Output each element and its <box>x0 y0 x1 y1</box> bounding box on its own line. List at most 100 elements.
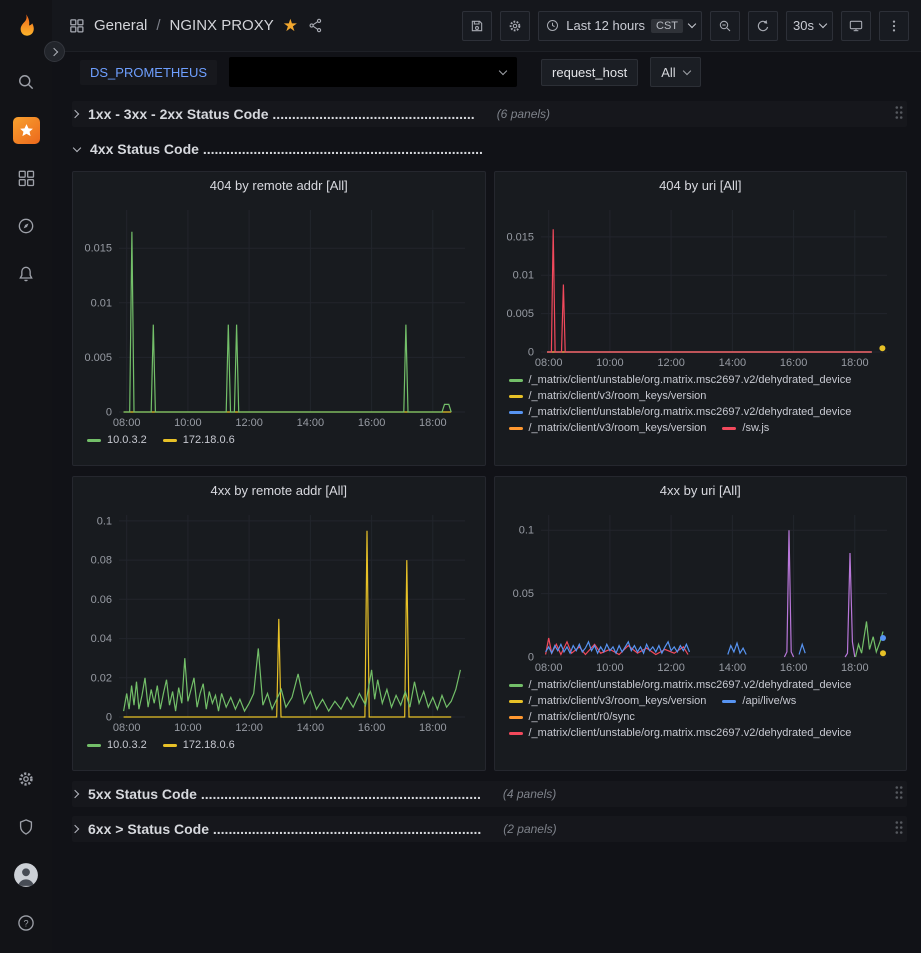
svg-text:?: ? <box>23 918 28 928</box>
legend-series-label: /_matrix/client/v3/room_keys/version <box>529 422 707 434</box>
svg-text:0.1: 0.1 <box>97 515 112 527</box>
panel-legend: 10.0.3.2 172.18.0.6 <box>73 430 485 452</box>
legend-series-marker <box>509 379 523 382</box>
save-dashboard-button[interactable] <box>462 11 492 41</box>
panel-title[interactable]: 404 by remote addr [All] <box>73 172 485 200</box>
svg-text:16:00: 16:00 <box>779 357 807 369</box>
svg-text:18:00: 18:00 <box>419 722 447 734</box>
svg-text:10:00: 10:00 <box>174 417 202 429</box>
gear-icon <box>16 769 36 789</box>
legend-series-label: /_matrix/client/v3/room_keys/version <box>529 695 707 707</box>
legend-series-label: /_matrix/client/r0/sync <box>529 711 635 723</box>
row-panel-count: (4 panels) <box>503 787 556 801</box>
chevron-right-icon <box>71 790 79 798</box>
apps-grid-icon <box>16 168 36 188</box>
legend-item[interactable]: /api/live/ws <box>722 695 796 707</box>
legend-series-label: 172.18.0.6 <box>183 434 235 446</box>
panel-chart[interactable]: 08:0010:0012:0014:0016:0018:0000.0050.01… <box>499 200 901 370</box>
time-range-label: Last 12 hours <box>566 18 645 33</box>
svg-text:18:00: 18:00 <box>841 662 869 674</box>
svg-text:0.015: 0.015 <box>506 231 534 243</box>
svg-text:18:00: 18:00 <box>419 417 447 429</box>
sidebar-item-explore[interactable] <box>0 202 52 250</box>
tv-mode-button[interactable] <box>841 11 871 41</box>
row-drag-handle[interactable] <box>894 105 904 124</box>
legend-item[interactable]: /_matrix/client/v3/room_keys/version <box>509 695 707 707</box>
legend-item[interactable]: 172.18.0.6 <box>163 434 235 446</box>
dashboard-canvas: 1xx - 3xx - 2xx Status Code ............… <box>52 92 921 953</box>
panel-title[interactable]: 404 by uri [All] <box>495 172 907 200</box>
request-host-variable-value[interactable]: All <box>650 57 700 87</box>
datasource-variable-label[interactable]: DS_PROMETHEUS <box>80 60 217 85</box>
svg-text:0.01: 0.01 <box>512 270 533 282</box>
legend-item[interactable]: 172.18.0.6 <box>163 739 235 751</box>
panel-chart[interactable]: 08:0010:0012:0014:0016:0018:0000.020.040… <box>77 505 479 735</box>
time-range-picker[interactable]: Last 12 hours CST <box>538 11 702 41</box>
dashboard-settings-button[interactable] <box>500 11 530 41</box>
grafana-logo[interactable] <box>9 10 43 44</box>
request-host-variable-label[interactable]: request_host <box>541 59 638 86</box>
favorite-star-icon[interactable]: ★ <box>283 17 298 34</box>
panel-title[interactable]: 4xx by remote addr [All] <box>73 477 485 505</box>
panel-chart[interactable]: 08:0010:0012:0014:0016:0018:0000.0050.01… <box>77 200 479 430</box>
kebab-menu-button[interactable] <box>879 11 909 41</box>
row-4xx-status-code[interactable]: 4xx Status Code ........................… <box>72 136 907 162</box>
svg-text:14:00: 14:00 <box>297 417 325 429</box>
legend-item[interactable]: /_matrix/client/v3/room_keys/version <box>509 390 707 402</box>
legend-item[interactable]: 10.0.3.2 <box>87 739 147 751</box>
svg-text:0.005: 0.005 <box>506 308 534 320</box>
sidebar-item-configuration[interactable] <box>0 755 52 803</box>
save-icon <box>469 18 485 34</box>
sidebar: ? <box>0 0 52 953</box>
legend-series-marker <box>509 684 523 687</box>
sidebar-expand-button[interactable] <box>44 41 65 62</box>
svg-text:16:00: 16:00 <box>358 417 386 429</box>
row-drag-handle[interactable] <box>894 785 904 804</box>
datasource-variable-value[interactable] <box>229 57 517 87</box>
legend-item[interactable]: /_matrix/client/r0/sync <box>509 711 635 723</box>
sidebar-item-help[interactable]: ? <box>0 899 52 947</box>
sidebar-item-server-admin[interactable] <box>0 803 52 851</box>
sidebar-item-profile[interactable] <box>0 851 52 899</box>
sidebar-item-alerting[interactable] <box>0 250 52 298</box>
legend-item[interactable]: /_matrix/client/v3/room_keys/version <box>509 422 707 434</box>
panel-legend: /_matrix/client/unstable/org.matrix.msc2… <box>495 370 907 440</box>
sidebar-item-search[interactable] <box>0 58 52 106</box>
svg-text:0.04: 0.04 <box>91 633 112 645</box>
legend-item[interactable]: /_matrix/client/unstable/org.matrix.msc2… <box>509 374 852 386</box>
row-1xx-3xx-2xx-status-code[interactable]: 1xx - 3xx - 2xx Status Code ............… <box>72 101 907 127</box>
row-6xx-status-code[interactable]: 6xx > Status Code ......................… <box>72 816 907 842</box>
legend-series-label: 172.18.0.6 <box>183 739 235 751</box>
chevron-right-icon <box>49 47 57 55</box>
legend-item[interactable]: /sw.js <box>722 422 769 434</box>
refresh-interval-dropdown[interactable]: 30s <box>786 11 833 41</box>
panel-chart[interactable]: 08:0010:0012:0014:0016:0018:0000.050.1 <box>499 505 901 675</box>
zoom-out-button[interactable] <box>710 11 740 41</box>
svg-text:0: 0 <box>106 712 112 724</box>
legend-item[interactable]: /_matrix/client/unstable/org.matrix.msc2… <box>509 727 852 739</box>
legend-item[interactable]: /_matrix/client/unstable/org.matrix.msc2… <box>509 679 852 691</box>
svg-text:08:00: 08:00 <box>113 417 141 429</box>
row-title: 6xx > Status Code ......................… <box>88 821 481 837</box>
share-icon[interactable] <box>307 17 324 34</box>
dashboards-grid-icon <box>68 17 85 34</box>
sidebar-item-starred[interactable] <box>0 106 52 154</box>
panel-legend: 10.0.3.2 172.18.0.6 <box>73 735 485 757</box>
row-5xx-status-code[interactable]: 5xx Status Code ........................… <box>72 781 907 807</box>
breadcrumb-title[interactable]: NGINX PROXY <box>170 17 274 34</box>
legend-item[interactable]: /_matrix/client/unstable/org.matrix.msc2… <box>509 406 852 418</box>
svg-text:16:00: 16:00 <box>358 722 386 734</box>
chevron-down-icon <box>819 20 827 28</box>
svg-text:10:00: 10:00 <box>596 662 624 674</box>
sidebar-item-dashboards[interactable] <box>0 154 52 202</box>
svg-text:12:00: 12:00 <box>657 357 685 369</box>
legend-item[interactable]: 10.0.3.2 <box>87 434 147 446</box>
legend-series-label: 10.0.3.2 <box>107 739 147 751</box>
chevron-down-icon <box>688 20 696 28</box>
panel-title[interactable]: 4xx by uri [All] <box>495 477 907 505</box>
refresh-button[interactable] <box>748 11 778 41</box>
legend-series-label: /_matrix/client/unstable/org.matrix.msc2… <box>529 727 852 739</box>
legend-series-marker <box>509 427 523 430</box>
row-drag-handle[interactable] <box>894 820 904 839</box>
breadcrumb-section[interactable]: General <box>94 17 147 34</box>
